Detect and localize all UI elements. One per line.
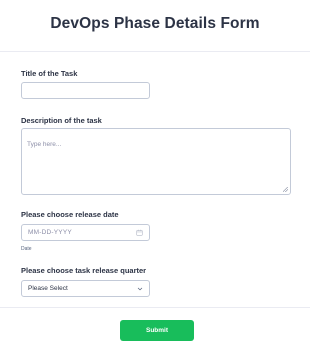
release-quarter-label: Please choose task release quarter [21, 266, 147, 275]
release-date-placeholder: MM-DD-YYYY [28, 229, 72, 236]
release-quarter-select[interactable]: Please Select [21, 280, 150, 297]
release-quarter-value: Please Select [28, 285, 68, 292]
release-date-label: Please choose release date [21, 210, 119, 219]
release-date-sublabel: Date [21, 246, 32, 252]
form-title: DevOps Phase Details Form [50, 14, 260, 32]
form-header: DevOps Phase Details Form [0, 0, 310, 52]
chevron-down-icon [137, 287, 143, 290]
task-description-label: Description of the task [21, 116, 102, 125]
task-description-textarea[interactable]: Type here... [21, 128, 291, 195]
release-date-input[interactable]: MM-DD-YYYY [21, 224, 150, 241]
submit-button[interactable]: Submit [120, 320, 194, 341]
task-title-input[interactable] [21, 82, 150, 99]
task-title-label: Title of the Task [21, 69, 78, 78]
calendar-icon[interactable] [136, 229, 143, 236]
resize-handle-icon[interactable] [283, 187, 288, 192]
task-description-placeholder: Type here... [27, 141, 62, 148]
form-page: DevOps Phase Details Form Title of the T… [0, 0, 310, 356]
form-footer: Submit [0, 307, 310, 356]
